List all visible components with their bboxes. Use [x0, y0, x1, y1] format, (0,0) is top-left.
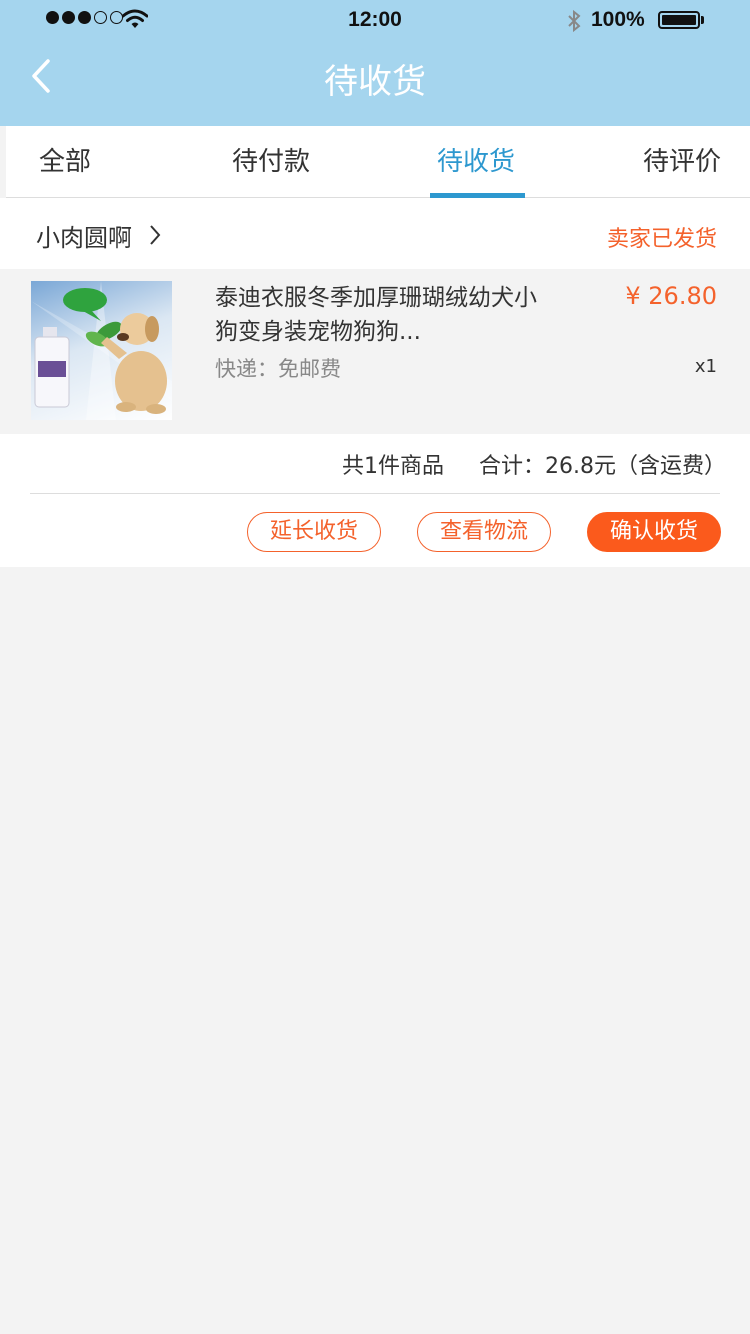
summary-text: 共1件商品 合计：26.8元（含运费）: [342, 448, 726, 480]
shop-row[interactable]: 小肉圆啊 卖家已发货: [0, 198, 750, 269]
tab-all[interactable]: 全部: [39, 126, 91, 198]
order-status: 卖家已发货: [606, 227, 717, 252]
tab-pending-payment[interactable]: 待付款: [232, 126, 310, 198]
order-total: 合计：26.8元（含运费）: [479, 454, 726, 479]
chevron-right-icon: [150, 225, 161, 245]
header: 12:00 100% 待收货: [0, 0, 750, 126]
battery-icon: [658, 11, 700, 29]
page-title: 待收货: [324, 62, 426, 102]
tab-pending-review[interactable]: 待评价: [643, 126, 721, 198]
order-tabs: 全部 待付款 待收货 待评价: [6, 126, 750, 198]
bluetooth-icon: [568, 9, 581, 33]
shop-name[interactable]: 小肉圆啊: [36, 218, 132, 253]
shipping-info: 快递：免邮费: [215, 357, 341, 381]
product-item[interactable]: 泰迪衣服冬季加厚珊瑚绒幼犬小狗变身装宠物狗狗... 快递：免邮费 ¥ 26.80…: [0, 269, 750, 434]
product-quantity: x1: [694, 356, 717, 377]
item-count: 共1件商品: [342, 454, 444, 479]
view-logistics-button[interactable]: 查看物流: [417, 512, 551, 552]
battery-percent: 100%: [591, 8, 645, 31]
product-title[interactable]: 泰迪衣服冬季加厚珊瑚绒幼犬小狗变身装宠物狗狗...: [215, 281, 545, 349]
status-bar: 12:00 100%: [0, 0, 750, 40]
tab-pending-receipt[interactable]: 待收货: [437, 126, 515, 198]
extend-receipt-button[interactable]: 延长收货: [247, 512, 381, 552]
confirm-receipt-button[interactable]: 确认收货: [587, 512, 721, 552]
product-price: ¥ 26.80: [625, 282, 717, 310]
order-summary: 共1件商品 合计：26.8元（含运费） 延长收货 查看物流 确认收货: [0, 434, 750, 567]
product-image[interactable]: [31, 281, 172, 420]
divider: [30, 493, 720, 494]
